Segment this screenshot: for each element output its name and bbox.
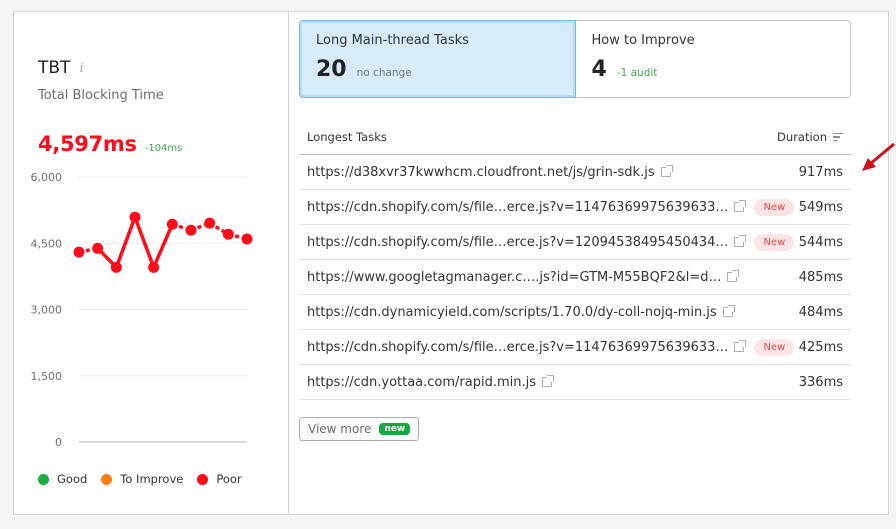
new-badge: New	[754, 233, 795, 251]
tbt-chart: 6,000 4,500 3,000 1,500 0	[14, 167, 289, 467]
external-link-icon[interactable]	[660, 165, 673, 177]
tab-count: 4	[591, 57, 607, 82]
task-url-link[interactable]: https://d38xvr37kwwhcm.cloudfront.net/js…	[307, 165, 655, 180]
tab-label: Long Main-thread Tasks	[316, 33, 469, 48]
data-point[interactable]	[166, 218, 178, 230]
task-url-link[interactable]: https://www.googletagmanager.c….js?id=GT…	[307, 270, 721, 285]
data-point[interactable]	[110, 261, 122, 273]
series-segment	[152, 223, 174, 269]
annotation-arrow-icon	[862, 142, 895, 171]
data-point[interactable]	[92, 242, 104, 254]
tab-count: 20	[316, 57, 347, 82]
new-badge: New	[754, 338, 795, 356]
task-url-cell: https://www.googletagmanager.c….js?id=GT…	[307, 270, 783, 285]
duration-cell: 425ms	[798, 339, 843, 355]
table-header: Longest Tasks Duration	[299, 120, 851, 155]
duration-cell: 544ms	[798, 234, 843, 250]
legend-item-good[interactable]: Good	[38, 472, 87, 486]
y-tick-label: 6,000	[31, 171, 63, 184]
tab-label: How to Improve	[591, 33, 695, 48]
series-segment	[133, 216, 156, 268]
table-row: https://www.googletagmanager.c….js?id=GT…	[299, 260, 851, 295]
duration-cell: 917ms	[798, 164, 843, 180]
metric-value-row: 4,597ms -104ms	[38, 132, 182, 156]
y-tick-label: 1,500	[31, 370, 63, 383]
legend-label: Good	[57, 472, 88, 486]
metric-delta: -104ms	[144, 143, 183, 154]
external-link-icon[interactable]	[734, 235, 747, 247]
data-point[interactable]	[185, 224, 197, 236]
table-row: https://cdn.dynamicyield.com/scripts/1.7…	[299, 295, 851, 330]
sort-icon[interactable]	[833, 132, 843, 142]
y-tick-label: 0	[55, 436, 62, 449]
column-header-duration[interactable]: Duration	[777, 130, 843, 144]
metric-subtitle: Total Blocking Time	[38, 88, 164, 103]
task-url-link[interactable]: https://cdn.shopify.com/s/file…erce.js?v…	[307, 235, 728, 250]
metric-value: 4,597ms	[38, 132, 137, 156]
table-row: https://cdn.yottaa.com/rapid.min.js 336ms	[299, 365, 851, 400]
task-url-cell: https://cdn.shopify.com/s/file…erce.js?v…	[307, 338, 795, 356]
legend-dot-good	[38, 473, 49, 485]
tab-note: -1 audit	[616, 67, 658, 79]
chart-legend: Good To Improve Poor	[38, 472, 256, 486]
new-badge: new	[379, 423, 411, 435]
tab-how-to-improve[interactable]: How to Improve 4 -1 audit	[575, 20, 851, 98]
column-header-task: Longest Tasks	[307, 130, 387, 144]
data-point[interactable]	[241, 233, 253, 245]
series-segment	[114, 216, 137, 268]
legend-item-to-improve[interactable]: To Improve	[101, 472, 183, 486]
external-link-icon[interactable]	[727, 270, 740, 282]
metric-panel: TBT i Total Blocking Time 4,597ms -104ms…	[14, 12, 289, 514]
chart-svg: 6,000 4,500 3,000 1,500 0	[31, 171, 253, 449]
table-row: https://cdn.shopify.com/s/file…erce.js?v…	[299, 225, 851, 260]
data-point[interactable]	[148, 261, 160, 273]
external-link-icon[interactable]	[734, 340, 747, 352]
legend-label: Poor	[216, 472, 242, 486]
y-tick-label: 3,000	[31, 304, 63, 317]
task-url-cell: https://cdn.dynamicyield.com/scripts/1.7…	[307, 305, 783, 320]
duration-cell: 549ms	[798, 199, 843, 215]
task-url-link[interactable]: https://cdn.dynamicyield.com/scripts/1.7…	[307, 305, 717, 320]
data-point[interactable]	[222, 228, 234, 240]
duration-cell: 485ms	[798, 269, 843, 285]
details-panel: Long Main-thread Tasks 20 no change How …	[299, 20, 851, 441]
tabs: Long Main-thread Tasks 20 no change How …	[299, 20, 851, 98]
table-row: https://cdn.shopify.com/s/file…erce.js?v…	[299, 330, 851, 365]
duration-cell: 484ms	[798, 304, 843, 320]
metric-title-text: TBT	[38, 58, 71, 78]
task-url-link[interactable]: https://cdn.shopify.com/s/file…erce.js?v…	[307, 200, 728, 215]
task-url-cell: https://cdn.shopify.com/s/file…erce.js?v…	[307, 198, 795, 216]
y-tick-label: 4,500	[31, 237, 63, 250]
view-more-button[interactable]: View more new	[299, 417, 420, 441]
tab-long-main-thread-tasks[interactable]: Long Main-thread Tasks 20 no change	[299, 20, 576, 98]
legend-item-poor[interactable]: Poor	[197, 472, 242, 486]
duration-label: Duration	[777, 130, 827, 144]
new-badge: New	[754, 198, 795, 216]
data-point[interactable]	[129, 211, 141, 223]
info-icon[interactable]: i	[79, 61, 83, 76]
task-url-link[interactable]: https://cdn.shopify.com/s/file…erce.js?v…	[307, 340, 728, 355]
task-url-cell: https://cdn.yottaa.com/rapid.min.js	[307, 375, 783, 390]
table-row: https://cdn.shopify.com/s/file…erce.js?v…	[299, 190, 851, 225]
data-point[interactable]	[73, 246, 85, 258]
metric-title: TBT i	[38, 58, 84, 78]
legend-dot-poor	[197, 473, 209, 485]
tab-note: no change	[356, 67, 412, 79]
task-url-link[interactable]: https://cdn.yottaa.com/rapid.min.js	[307, 375, 536, 390]
external-link-icon[interactable]	[722, 305, 735, 317]
task-url-cell: https://d38xvr37kwwhcm.cloudfront.net/js…	[307, 165, 783, 180]
duration-cell: 336ms	[798, 374, 843, 390]
view-more-label: View more	[308, 422, 372, 436]
external-link-icon[interactable]	[542, 375, 555, 387]
external-link-icon[interactable]	[734, 200, 747, 212]
legend-label: To Improve	[120, 472, 184, 486]
table-row: https://d38xvr37kwwhcm.cloudfront.net/js…	[299, 155, 851, 190]
task-url-cell: https://cdn.shopify.com/s/file…erce.js?v…	[307, 233, 795, 251]
data-point[interactable]	[204, 217, 216, 229]
longest-tasks-table: Longest Tasks Duration https://d38xvr37k…	[299, 120, 851, 400]
legend-dot-to-improve	[101, 473, 113, 485]
